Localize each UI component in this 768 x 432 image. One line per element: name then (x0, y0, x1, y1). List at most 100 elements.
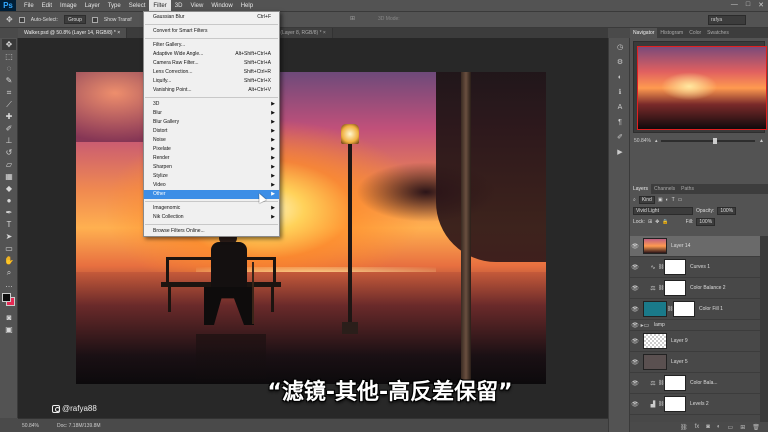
fill-field[interactable]: 100% (696, 217, 716, 226)
type-tool-icon[interactable]: T (2, 219, 16, 230)
paragraph-panel-icon[interactable]: ¶ (614, 117, 626, 128)
menu-file[interactable]: File (20, 0, 38, 12)
brush-panel-icon[interactable]: ✐ (614, 132, 626, 143)
tab-channels[interactable]: Channels (651, 184, 678, 194)
visibility-eye-icon[interactable]: 👁 (630, 285, 640, 292)
close-button[interactable]: ✕ (758, 1, 764, 9)
lock-pixels-icon[interactable]: ⊞ (648, 219, 652, 225)
lock-all-icon[interactable]: 🔒 (662, 219, 668, 225)
more-tools-icon[interactable]: … (2, 279, 16, 290)
healing-tool-icon[interactable]: ✚ (2, 111, 16, 122)
layer-row[interactable]: 👁 Layer 5 (630, 352, 760, 373)
layer-group-row[interactable]: 👁 ▸▭ lamp (630, 320, 760, 331)
canvas-area[interactable] (18, 38, 608, 418)
visibility-eye-icon[interactable]: 👁 (630, 380, 640, 387)
gradient-tool-icon[interactable]: ▦ (2, 171, 16, 182)
actions-panel-icon[interactable]: ▶ (614, 147, 626, 158)
navigator-zoom-value[interactable]: 50.84% (634, 138, 651, 144)
menu-window[interactable]: Window (207, 0, 236, 12)
layer-row[interactable]: 👁 ⛓ Color Fill 1 (630, 299, 760, 320)
path-select-tool-icon[interactable]: ➤ (2, 231, 16, 242)
blur-tool-icon[interactable]: ◆ (2, 183, 16, 194)
menu-filter[interactable]: Filter (149, 0, 171, 12)
visibility-eye-icon[interactable]: 👁 (630, 306, 640, 313)
opacity-field[interactable]: 100% (717, 206, 737, 215)
filter-shape-icon[interactable]: ▭ (678, 197, 683, 203)
filter-menu-item-blur-gallery[interactable]: Blur Gallery ▶ (144, 118, 279, 127)
layers-scrollbar[interactable] (760, 236, 768, 432)
visibility-eye-icon[interactable]: 👁 (630, 359, 640, 366)
properties-panel-icon[interactable]: ⚙ (614, 57, 626, 68)
workspace-dropdown[interactable]: rafya (708, 15, 746, 25)
screen-mode-icon[interactable]: ▣ (2, 324, 16, 335)
layer-row[interactable]: 👁 Layer 9 (630, 331, 760, 352)
layer-mask-thumbnail[interactable] (664, 280, 686, 296)
layer-style-icon[interactable]: fx (695, 424, 700, 430)
layer-mask-thumbnail[interactable] (664, 375, 686, 391)
align-icon[interactable]: ⊞ (350, 15, 355, 22)
filter-type-icon[interactable]: T (672, 197, 675, 203)
pen-tool-icon[interactable]: ✒ (2, 207, 16, 218)
zoom-out-icon[interactable]: ▴ (655, 138, 658, 144)
crop-tool-icon[interactable]: ⌗ (2, 87, 16, 98)
new-adjustment-icon[interactable]: ◐ (717, 424, 721, 430)
filter-menu-item-adaptive-wide-angle[interactable]: Adaptive Wide Angle... Alt+Shift+Ctrl+A (144, 50, 279, 59)
link-layers-icon[interactable]: ⛓ (680, 424, 688, 431)
marquee-tool-icon[interactable]: ⬚ (2, 51, 16, 62)
delete-layer-icon[interactable]: 🗑 (752, 424, 760, 431)
menu-select[interactable]: Select (125, 0, 150, 12)
dodge-tool-icon[interactable]: ● (2, 195, 16, 206)
filter-menu-item-lens-correction[interactable]: Lens Correction... Shift+Ctrl+R (144, 68, 279, 77)
filter-menu-item-gaussian-blur[interactable]: Gaussian Blur Ctrl+F (144, 13, 279, 22)
filter-menu-item-video[interactable]: Video ▶ (144, 181, 279, 190)
eraser-tool-icon[interactable]: ▱ (2, 159, 16, 170)
menu-3d[interactable]: 3D (171, 0, 187, 12)
filter-menu-item-3d[interactable]: 3D ▶ (144, 100, 279, 109)
layer-row[interactable]: 👁 ⚖ ⛓ Color Bala... (630, 373, 760, 394)
history-panel-icon[interactable]: ◷ (614, 42, 626, 53)
zoom-tool-icon[interactable]: ⌕ (2, 267, 16, 278)
lasso-tool-icon[interactable]: ◌ (2, 63, 16, 74)
layer-thumbnail[interactable] (643, 301, 667, 317)
zoom-in-icon[interactable]: ▲ (759, 138, 764, 144)
visibility-eye-icon[interactable]: 👁 (630, 401, 640, 408)
layer-mask-thumbnail[interactable] (664, 396, 686, 412)
filter-menu-item-render[interactable]: Render ▶ (144, 154, 279, 163)
blend-mode-dropdown[interactable]: Vivid Light (633, 206, 693, 215)
navigator-preview[interactable] (633, 41, 767, 133)
visibility-eye-icon[interactable]: 👁 (630, 322, 640, 329)
filter-menu-item-imagenomic[interactable]: Imagenomic ▶ (144, 204, 279, 213)
move-tool-icon[interactable]: ✥ (6, 15, 13, 24)
show-transform-checkbox[interactable] (91, 16, 98, 23)
zoom-slider-handle[interactable] (712, 138, 717, 144)
filter-menu-item-distort[interactable]: Distort ▶ (144, 127, 279, 136)
filter-menu-item-noise[interactable]: Noise ▶ (144, 136, 279, 145)
layer-thumbnail[interactable] (643, 238, 667, 254)
layer-mask-thumbnail[interactable] (673, 301, 695, 317)
filter-menu-item-browse-filters-online[interactable]: Browse Filters Online... (144, 227, 279, 236)
filter-menu-item-camera-raw-filter[interactable]: Camera Raw Filter... Shift+Ctrl+A (144, 59, 279, 68)
filter-menu-item-sharpen[interactable]: Sharpen ▶ (144, 163, 279, 172)
navigator-thumbnail[interactable] (637, 46, 767, 130)
shape-tool-icon[interactable]: ▭ (2, 243, 16, 254)
layer-kind-dropdown[interactable]: Kind (638, 195, 655, 204)
info-panel-icon[interactable]: ℹ (614, 87, 626, 98)
menu-image[interactable]: Image (56, 0, 81, 12)
menu-edit[interactable]: Edit (38, 0, 56, 12)
menu-view[interactable]: View (186, 0, 207, 12)
visibility-eye-icon[interactable]: 👁 (630, 243, 640, 250)
filter-menu-item-liquify[interactable]: Liquify... Shift+Ctrl+X (144, 77, 279, 86)
quick-mask-icon[interactable]: ◙ (2, 312, 16, 323)
visibility-eye-icon[interactable]: 👁 (630, 338, 640, 345)
layer-row[interactable]: 👁 ⚖ ⛓ Color Balance 2 (630, 278, 760, 299)
visibility-eye-icon[interactable]: 👁 (630, 264, 640, 271)
filter-menu-item-nik-collection[interactable]: Nik Collection ▶ (144, 213, 279, 222)
quick-select-tool-icon[interactable]: ✎ (2, 75, 16, 86)
layer-row[interactable]: 👁 Layer 14 (630, 236, 760, 257)
brush-tool-icon[interactable]: ✐ (2, 123, 16, 134)
filter-menu-item-convert-for-smart-filters[interactable]: Convert for Smart Filters (144, 27, 279, 36)
stamp-tool-icon[interactable]: ⊥ (2, 135, 16, 146)
filter-menu-item-stylize[interactable]: Stylize ▶ (144, 172, 279, 181)
lock-position-icon[interactable]: ✥ (655, 219, 659, 225)
layer-mask-thumbnail[interactable] (664, 259, 686, 275)
